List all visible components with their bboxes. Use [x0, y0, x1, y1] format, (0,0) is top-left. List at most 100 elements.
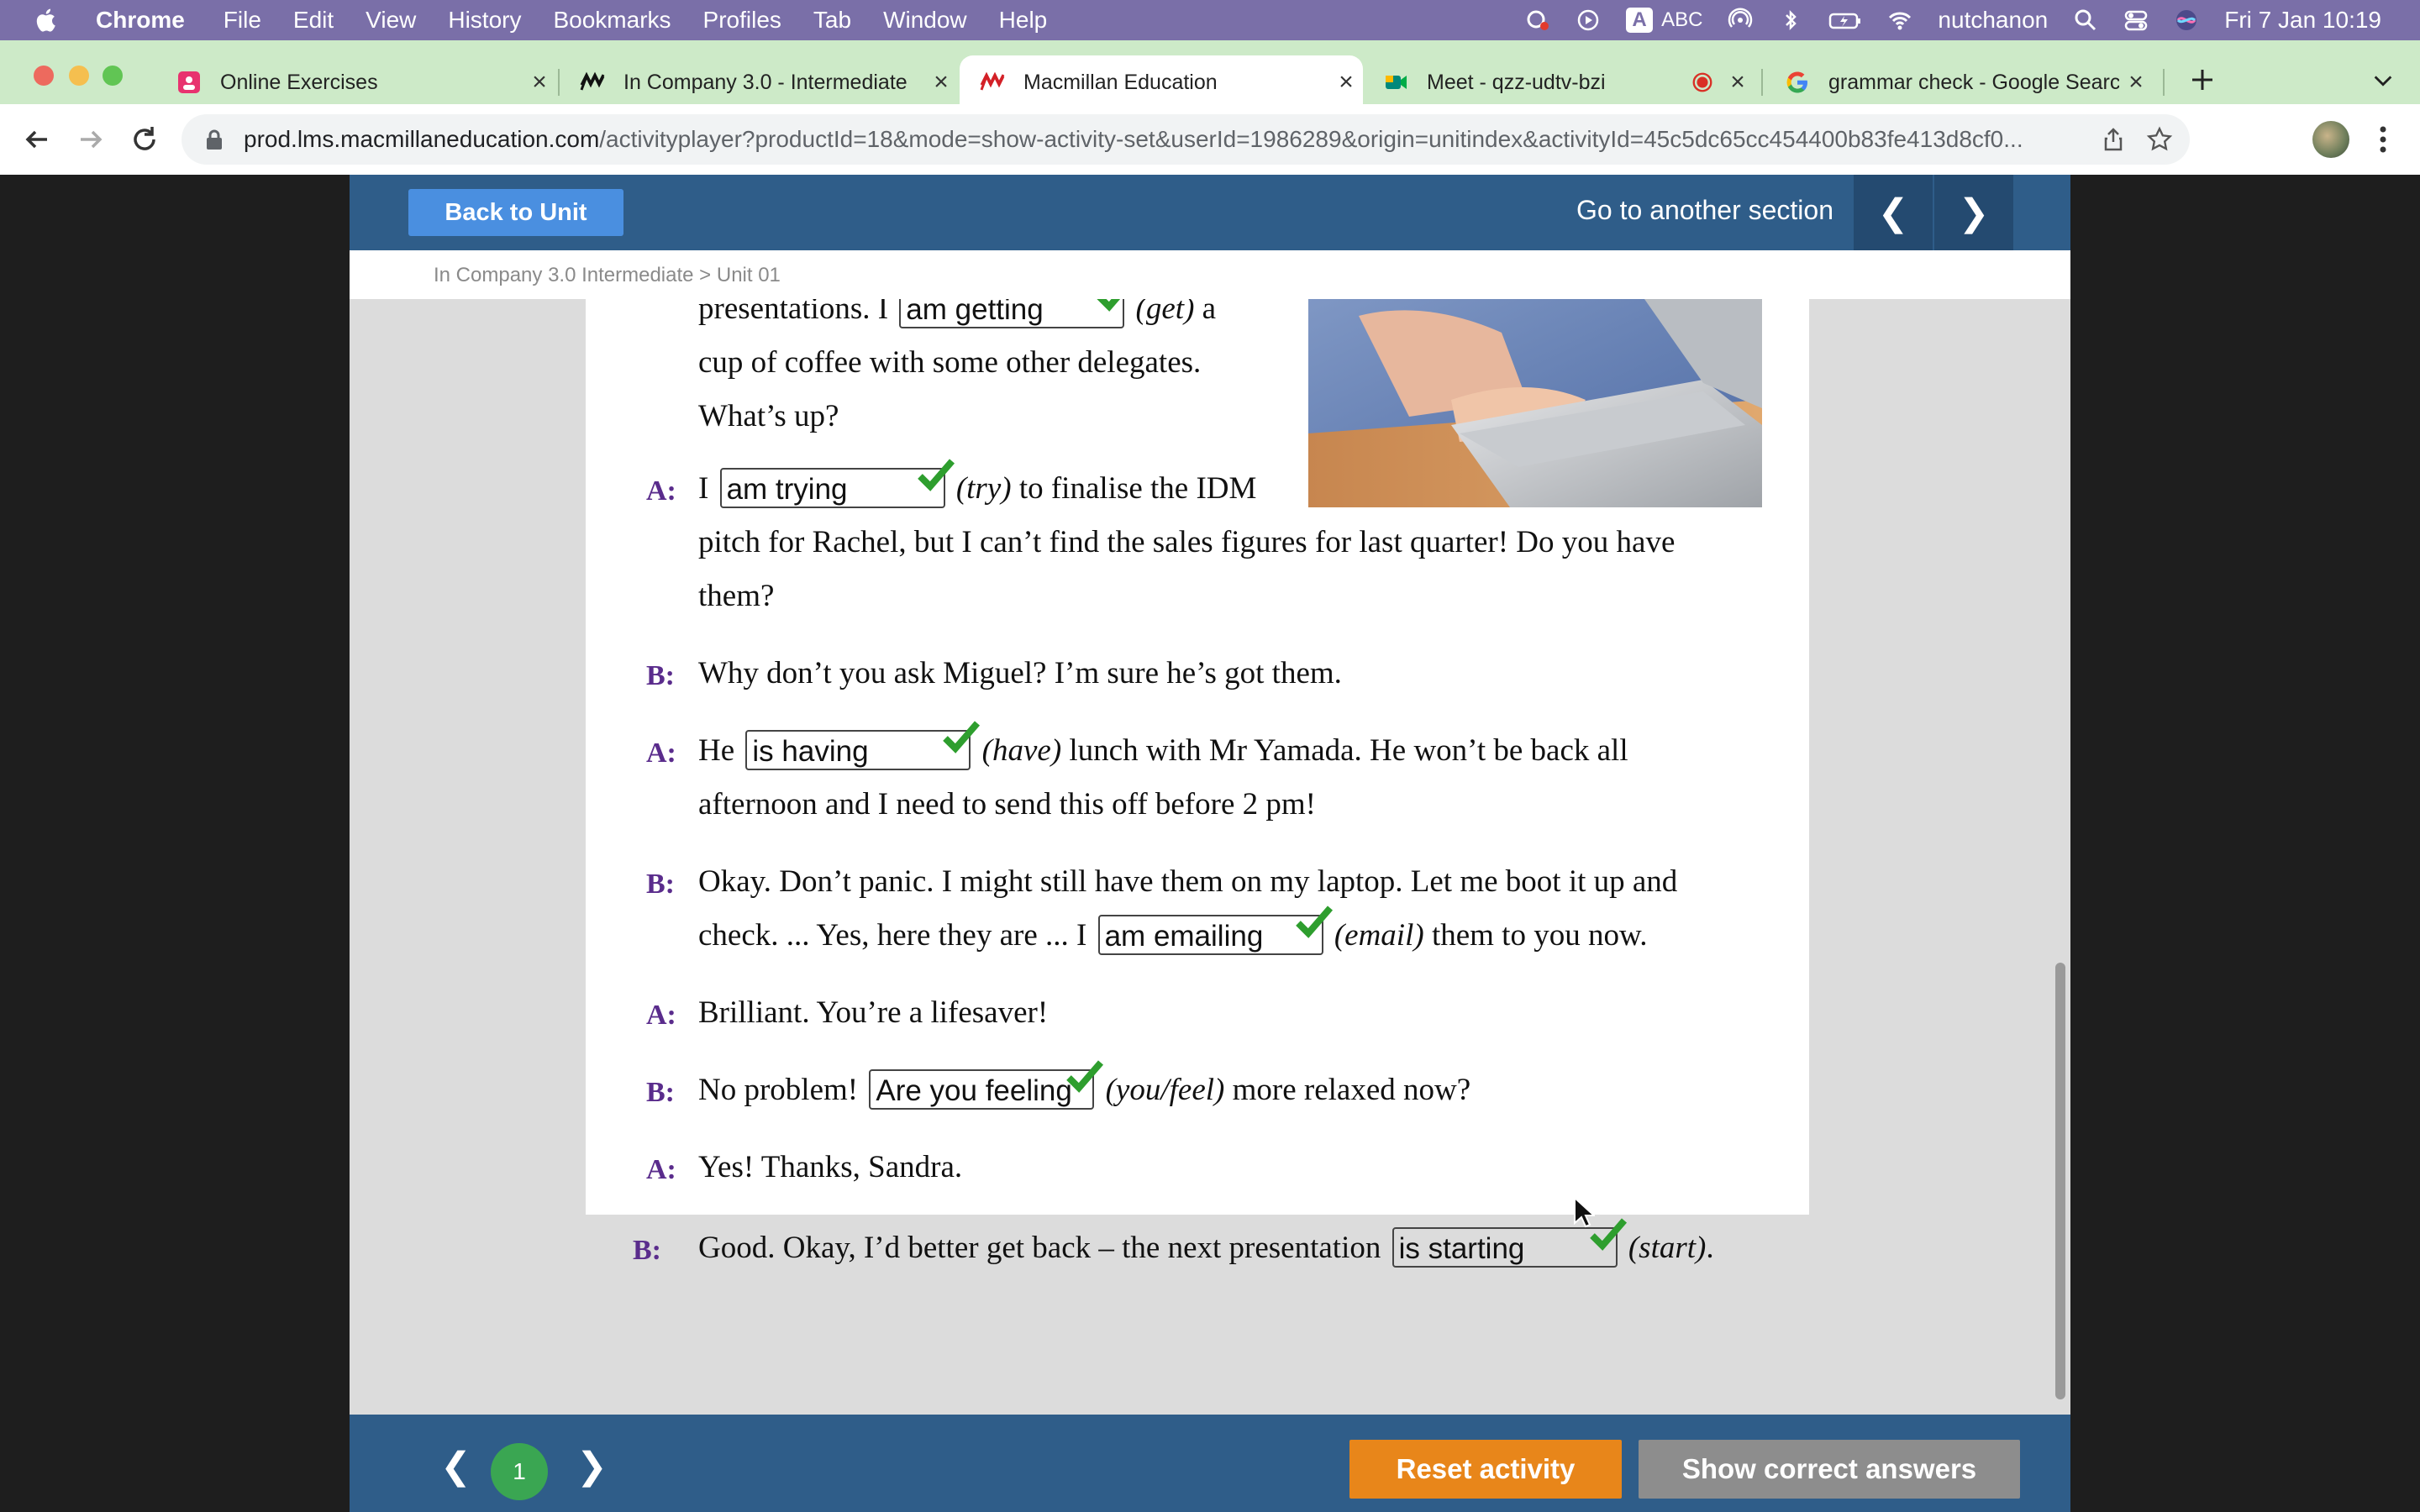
- verb-prompt: (get): [1135, 299, 1195, 326]
- previous-section-button[interactable]: ❮: [1854, 175, 1933, 250]
- profile-avatar[interactable]: [2312, 121, 2349, 158]
- go-to-section-label[interactable]: Go to another section: [1576, 195, 1833, 226]
- kebab-menu-icon[interactable]: [2378, 123, 2388, 156]
- play-circle-icon[interactable]: [1576, 8, 1601, 33]
- menu-view[interactable]: View: [366, 7, 416, 34]
- previous-page-arrow[interactable]: ❮: [440, 1445, 471, 1488]
- verb-prompt: (try): [955, 471, 1012, 506]
- tab-macmillan-education[interactable]: Macmillan Education ×: [960, 55, 1363, 109]
- lock-icon[interactable]: [205, 129, 224, 150]
- speaker-label: A:: [646, 475, 676, 507]
- wifi-icon[interactable]: [1887, 8, 1912, 33]
- dialogue-line: He is having (have) lunch with Mr Yamada…: [698, 720, 1628, 774]
- tab-close-icon[interactable]: ×: [1721, 68, 1754, 97]
- apple-icon[interactable]: [34, 7, 60, 34]
- dialogue-line: What’s up?: [698, 399, 839, 433]
- dialogue-line: cup of coffee with some other delegates.: [698, 345, 1202, 380]
- url-bar[interactable]: prod.lms.macmillaneducation.com/activity…: [182, 114, 2190, 165]
- answer-gap-email[interactable]: am emailing: [1097, 905, 1333, 955]
- menubar-username[interactable]: nutchanon: [1938, 7, 2048, 34]
- bookmark-star-icon[interactable]: [2146, 126, 2173, 153]
- dialogue-text: (get) a: [1136, 299, 1217, 326]
- dialogue-text: I: [698, 471, 709, 506]
- airdrop-icon[interactable]: [1728, 8, 1753, 33]
- share-icon[interactable]: [2101, 127, 2126, 152]
- dialogue-text: check. ... Yes, here they are ... I: [698, 918, 1087, 953]
- input-source-indicator[interactable]: A ABC: [1626, 8, 1702, 33]
- spotlight-search-icon[interactable]: [2073, 8, 2098, 33]
- answer-gap-have[interactable]: is having: [745, 720, 981, 770]
- checkmark-icon: [1097, 299, 1120, 312]
- battery-charging-icon[interactable]: [1828, 8, 1862, 33]
- answer-gap-you-feel[interactable]: Are you feeling: [869, 1059, 1104, 1110]
- tab-close-icon[interactable]: ×: [2119, 68, 2153, 97]
- status-area: A ABC nutchanon Fri 7 Jan 10:19: [1525, 0, 2420, 40]
- scrollbar-thumb[interactable]: [2055, 963, 2065, 1399]
- tab-close-icon[interactable]: ×: [924, 68, 958, 97]
- tab-in-company[interactable]: In Company 3.0 - Intermediate ×: [560, 55, 958, 109]
- window-minimize-button[interactable]: [69, 66, 89, 86]
- tab-title: grammar check - Google Search: [1828, 70, 2119, 94]
- menu-window[interactable]: Window: [883, 7, 967, 34]
- input-source-label: ABC: [1661, 8, 1703, 31]
- checkmark-icon: [1066, 1059, 1104, 1093]
- checkmark-icon: [943, 720, 981, 753]
- answer-gap-start[interactable]: is starting: [1392, 1217, 1627, 1268]
- show-correct-answers-button[interactable]: Show correct answers: [1639, 1440, 2020, 1499]
- menu-history[interactable]: History: [448, 7, 521, 34]
- dialogue-line: Why don’t you ask Miguel? I’m sure he’s …: [698, 656, 1342, 690]
- menu-help[interactable]: Help: [999, 7, 1048, 34]
- url-text: prod.lms.macmillaneducation.com/activity…: [244, 126, 2023, 153]
- tab-search-chevron-icon[interactable]: [2371, 69, 2395, 92]
- speaker-label: A:: [646, 1000, 676, 1031]
- speaker-label: A:: [646, 738, 676, 769]
- menubar-clock[interactable]: Fri 7 Jan 10:19: [2224, 7, 2381, 34]
- tab-google-search[interactable]: grammar check - Google Search ×: [1765, 55, 2153, 109]
- dialogue-line: Brilliant. You’re a lifesaver!: [698, 995, 1049, 1030]
- tab-google-meet[interactable]: Meet - qzz-udtv-bzi ×: [1363, 55, 1754, 109]
- back-to-unit-button[interactable]: Back to Unit: [408, 189, 623, 236]
- breadcrumb[interactable]: In Company 3.0 Intermediate > Unit 01: [434, 264, 781, 287]
- menu-profiles[interactable]: Profiles: [703, 7, 781, 34]
- google-meet-icon: [1386, 76, 1407, 89]
- window-close-button[interactable]: [34, 66, 54, 86]
- menu-tab[interactable]: Tab: [813, 7, 851, 34]
- answer-gap-try[interactable]: am trying: [719, 458, 955, 508]
- bluetooth-icon[interactable]: [1778, 8, 1803, 33]
- next-page-arrow[interactable]: ❯: [576, 1445, 608, 1488]
- new-tab-plus-icon[interactable]: [2190, 67, 2215, 92]
- tab-online-exercises[interactable]: Online Exercises ×: [156, 55, 556, 109]
- breadcrumb-bar: In Company 3.0 Intermediate > Unit 01: [350, 250, 2070, 299]
- tab-separator: [2163, 69, 2165, 96]
- menu-file[interactable]: File: [224, 7, 261, 34]
- laptop-photo: [1308, 299, 1762, 507]
- mouse-cursor-icon: [1574, 1196, 1595, 1228]
- tab-title: Meet - qzz-udtv-bzi: [1427, 70, 1606, 94]
- activity-player: Back to Unit Go to another section ❮ ❯ I…: [350, 175, 2070, 1512]
- dialogue-text: He: [698, 733, 735, 768]
- menu-app-name[interactable]: Chrome: [96, 7, 185, 34]
- browser-toolbar: prod.lms.macmillaneducation.com/activity…: [0, 104, 2420, 176]
- tab-title: Macmillan Education: [1023, 70, 1218, 94]
- reset-activity-button[interactable]: Reset activity: [1349, 1440, 1622, 1499]
- control-center-icon[interactable]: [2123, 8, 2149, 33]
- tab-close-icon[interactable]: ×: [523, 68, 556, 97]
- url-path: /activityplayer?productId=18&mode=show-a…: [599, 126, 2023, 152]
- checkmark-icon: [1295, 905, 1333, 938]
- reload-icon[interactable]: [126, 121, 163, 158]
- browser-tab-strip: Online Exercises × In Company 3.0 - Inte…: [0, 40, 2420, 109]
- page-scrollbar[interactable]: [2045, 299, 2070, 1408]
- forward-arrow-icon[interactable]: [72, 121, 109, 158]
- window-zoom-button[interactable]: [103, 66, 123, 86]
- tab-title: Online Exercises: [220, 70, 378, 94]
- creative-cloud-icon[interactable]: [1525, 8, 1550, 33]
- menu-bookmarks[interactable]: Bookmarks: [553, 7, 671, 34]
- menu-edit[interactable]: Edit: [293, 7, 334, 34]
- siri-icon[interactable]: [2174, 8, 2199, 33]
- next-section-button[interactable]: ❯: [1934, 175, 2013, 250]
- answer-gap-get[interactable]: am getting: [899, 299, 1125, 328]
- back-arrow-icon[interactable]: [18, 121, 55, 158]
- tab-close-icon[interactable]: ×: [1329, 68, 1363, 97]
- page-number-badge[interactable]: 1: [491, 1443, 548, 1500]
- dialogue-line: Okay. Don’t panic. I might still have th…: [698, 864, 1678, 899]
